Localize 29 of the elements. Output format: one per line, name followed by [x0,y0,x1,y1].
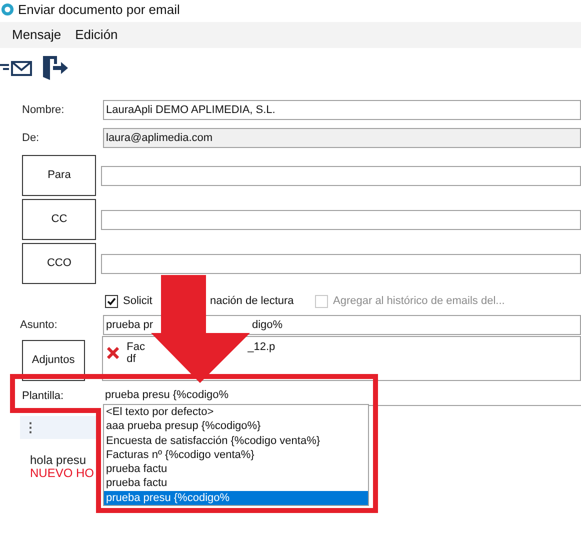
template-option[interactable]: prueba factu [104,462,368,476]
recipient-button[interactable]: CCO [22,243,96,284]
attachment-name: _12.p [248,341,276,353]
window-title: Enviar documento por email [18,0,180,19]
field-label: Asunto: [20,318,58,333]
field-label: Nombre: [22,102,66,118]
field-label: De: [22,130,40,146]
template-option[interactable]: Facturas nº {%codigo venta%} [104,448,368,462]
template-option[interactable]: prueba factu [104,476,368,491]
body-text: hola presu [30,454,86,467]
from-field[interactable]: laura@aplimedia.com [103,128,581,148]
attachment-name: Fac [126,341,145,353]
name-field[interactable]: LauraApli DEMO APLIMEDIA, S.L. [103,100,581,120]
checkbox-label: nación de lectura [210,294,294,307]
body-text: NUEVO HO [30,467,94,480]
checkbox-label: Solicit [123,294,152,307]
menu-item[interactable]: Edición [75,25,118,45]
attachments-list[interactable]: Fac _12.p df [102,336,581,381]
template-option[interactable]: aaa prueba presup {%codigo%} [104,419,368,434]
menu-item[interactable]: Mensaje [12,25,62,45]
field-label: Plantilla: [21,388,65,404]
recipient-button[interactable]: CC [22,199,96,240]
checkbox-label: Agregar al histórico de emails del... [333,294,505,307]
recipient-button[interactable]: Para [22,155,96,196]
template-option[interactable]: <El texto por defecto> [104,405,368,420]
more-options-icon[interactable]: ⋮ [24,418,37,438]
attachment-name: df [126,353,136,365]
template-option[interactable]: prueba presu {%codigo% [104,490,368,505]
template-option[interactable]: Encuesta de satisfacción {%codigo venta%} [104,434,368,448]
